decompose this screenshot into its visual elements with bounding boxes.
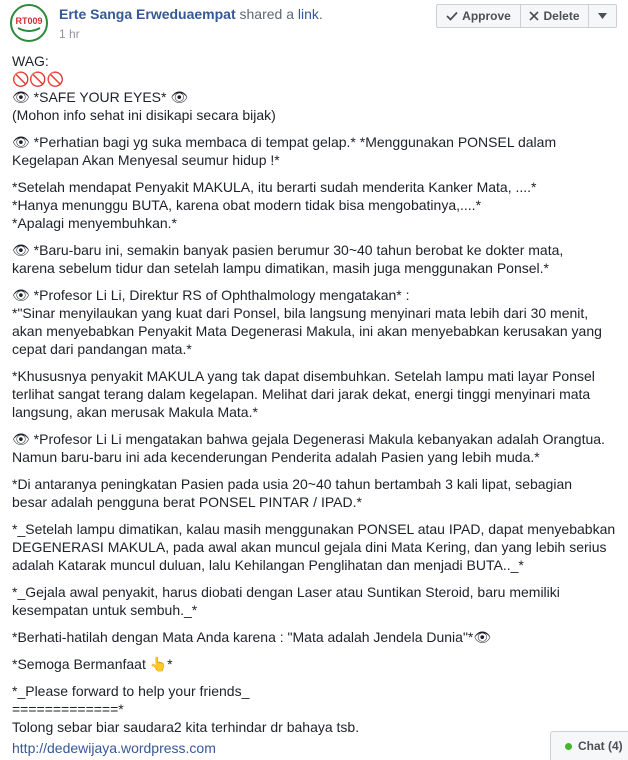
avatar[interactable]: RT009 xyxy=(10,4,48,42)
post-text-line: *Di antaranya peningkatan Pasien pada us… xyxy=(12,476,573,492)
delete-button[interactable]: Delete xyxy=(521,5,589,27)
post-paragraph: 👁 *Profesor Li Li mengatakan bahwa gejal… xyxy=(12,430,616,466)
post-text-line: adalah Katarak muncul duluan, lalu Kehil… xyxy=(12,557,524,573)
post-text-line: langsung, akan merusak Makula Mata.* xyxy=(12,404,258,420)
post-paragraph: *Khususnya penyakit MAKULA yang tak dapa… xyxy=(12,367,616,421)
post-text-line: *Setelah mendapat Penyakit MAKULA, itu b… xyxy=(12,179,537,195)
chat-tab[interactable]: Chat (4) xyxy=(550,731,628,760)
shared-period: . xyxy=(318,6,323,22)
post-header: RT009 Erte Sanga Erweduaempat shared a l… xyxy=(0,0,628,50)
post-paragraph: *_Gejala awal penyakit, harus diobati de… xyxy=(12,583,616,619)
chevron-down-icon xyxy=(598,13,607,19)
chat-label: Chat (4) xyxy=(578,739,623,753)
shared-link[interactable]: link xyxy=(298,6,319,22)
post-paragraph: *_Please forward to help your friends_ ==… xyxy=(12,682,616,736)
author-line: Erte Sanga Erweduaempat shared a link. xyxy=(59,6,323,22)
post-text-line: *"Sinar menyilaukan yang kuat dari Ponse… xyxy=(12,305,589,321)
post-text-line: terlihat sangat terang dalam kegelapan. … xyxy=(12,386,591,402)
post-paragraph: 👁 *Profesor Li Li, Direktur RS of Ophtha… xyxy=(12,286,616,358)
post-paragraph: *Berhati-hatilah dengan Mata Anda karena… xyxy=(12,628,616,646)
avatar-logo-icon: RT009 xyxy=(13,7,45,39)
post-text-line: DEGENERASI MAKULA, pada awal akan muncul… xyxy=(12,539,607,555)
post-text-line: *Apalagi menyembuhkan.* xyxy=(12,215,177,231)
post-text-line: karena sebelum tidur dan setelah lampu d… xyxy=(12,260,549,276)
post-text-line: *_Please forward to help your friends_ xyxy=(12,683,250,699)
online-status-icon xyxy=(565,742,572,750)
post-text-line: *Hanya menunggu BUTA, karena obat modern… xyxy=(12,197,482,213)
post-text-line: 👁 *SAFE YOUR EYES* 👁 xyxy=(12,89,189,105)
more-options-button[interactable] xyxy=(589,5,616,27)
approve-label: Approve xyxy=(462,9,511,23)
close-icon xyxy=(529,11,540,21)
approve-button[interactable]: Approve xyxy=(437,5,521,27)
post-text-line: Kegelapan Akan Menyesal seumur hidup !* xyxy=(12,152,280,168)
post-paragraph: *Setelah mendapat Penyakit MAKULA, itu b… xyxy=(12,178,616,232)
post-paragraph: WAG: 🚫🚫🚫 👁 *SAFE YOUR EYES* 👁 (Mohon info s… xyxy=(12,52,616,124)
post-text-line: 👁 *Profesor Li Li mengatakan bahwa gejal… xyxy=(12,431,605,447)
post-text-line: 👁 *Profesor Li Li, Direktur RS of Ophtha… xyxy=(12,287,410,303)
shared-text: shared a xyxy=(235,6,298,22)
author-name[interactable]: Erte Sanga Erweduaempat xyxy=(59,6,236,22)
post-text-line: besar adalah pengguna berat PONSEL PINTA… xyxy=(12,494,362,510)
post-text-line: *Berhati-hatilah dengan Mata Anda karena… xyxy=(12,629,492,645)
post-text-line: akan menyebabkan Penyakit Mata Degeneras… xyxy=(12,323,602,339)
avatar-text: RT009 xyxy=(15,16,42,26)
post-text-line: *Semoga Bermanfaat 👆* xyxy=(12,656,173,672)
post-paragraph: 👁 *Perhatian bagi yg suka membaca di tem… xyxy=(12,133,616,169)
moderation-actions: Approve Delete xyxy=(436,4,617,28)
post-text-line: 👁 *Baru-baru ini, semakin banyak pasien … xyxy=(12,242,564,258)
post-text-line: cepat dari pandangan mata.* xyxy=(12,341,192,357)
post-content: WAG: 🚫🚫🚫 👁 *SAFE YOUR EYES* 👁 (Mohon info s… xyxy=(12,52,616,745)
post-paragraph: 👁 *Baru-baru ini, semakin banyak pasien … xyxy=(12,241,616,277)
post-text-line: 🚫🚫🚫 xyxy=(12,71,65,87)
post-paragraph: *Semoga Bermanfaat 👆* xyxy=(12,655,616,673)
shared-url-link[interactable]: http://dedewijaya.wordpress.com xyxy=(12,740,216,756)
post-text-line: *_Setelah lampu dimatikan, kalau masih m… xyxy=(12,521,616,537)
post-text-line: Tolong sebar biar saudara2 kita terhinda… xyxy=(12,719,360,735)
post-text-line: WAG: xyxy=(12,53,49,69)
post-text-line: 👁 *Perhatian bagi yg suka membaca di tem… xyxy=(12,134,557,150)
post-text-line: Namun baru-baru ini ada kecenderungan Pe… xyxy=(12,449,540,465)
post-text-line: kesempatan untuk sembuh._* xyxy=(12,602,198,618)
post-timestamp[interactable]: 1 hr xyxy=(59,27,80,41)
checkmark-icon xyxy=(446,11,458,21)
post-text-line: *Khususnya penyakit MAKULA yang tak dapa… xyxy=(12,368,595,384)
post-paragraph: *_Setelah lampu dimatikan, kalau masih m… xyxy=(12,520,616,574)
post-text-line: (Mohon info sehat ini disikapi secara bi… xyxy=(12,107,276,123)
post-paragraph: *Di antaranya peningkatan Pasien pada us… xyxy=(12,475,616,511)
post-text-line: =============* xyxy=(12,701,124,717)
post-text-line: *_Gejala awal penyakit, harus diobati de… xyxy=(12,584,560,600)
delete-label: Delete xyxy=(543,9,580,23)
